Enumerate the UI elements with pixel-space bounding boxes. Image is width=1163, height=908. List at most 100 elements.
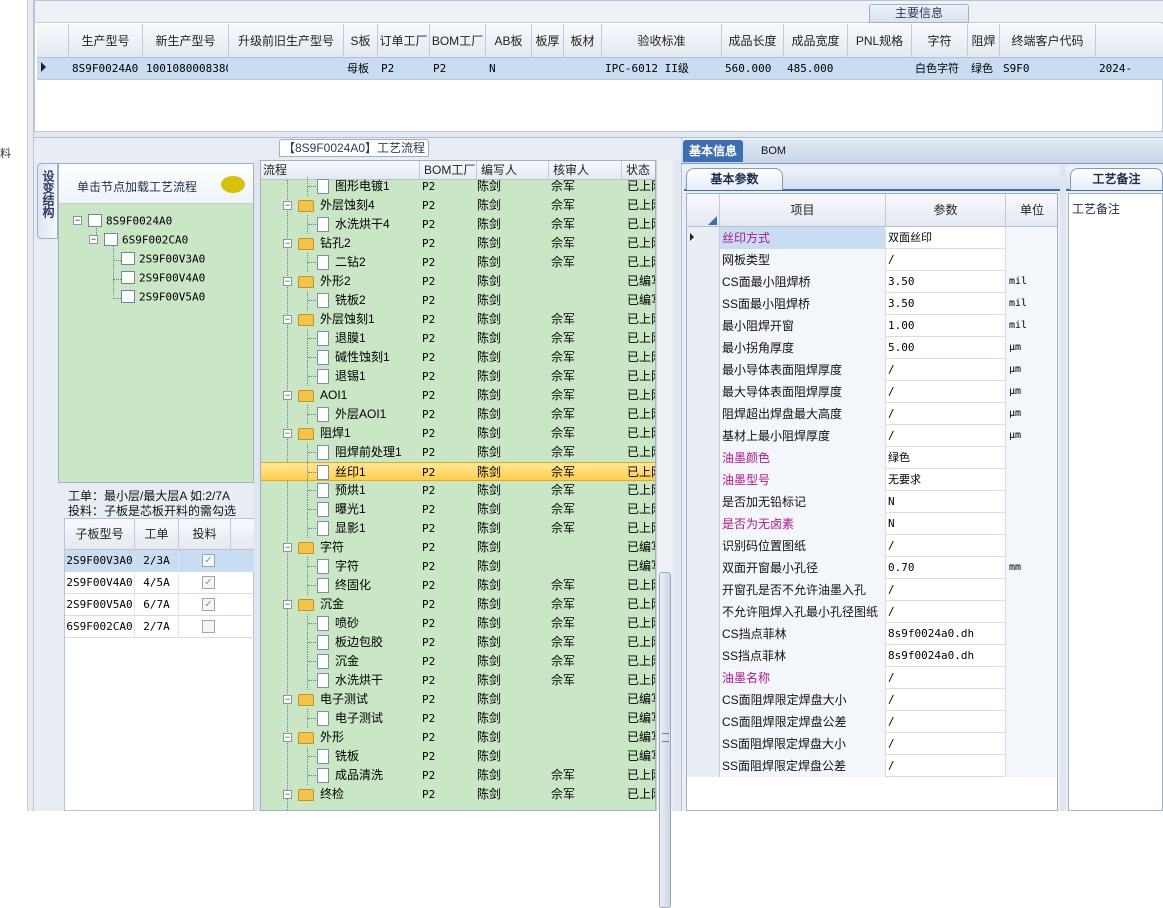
collapse-icon[interactable]: −: [283, 315, 292, 324]
flow-row[interactable]: − 阻焊1 P2 陈剑 佘军 已上网: [261, 424, 655, 443]
sub-header-0[interactable]: 子板型号: [65, 519, 135, 550]
collapse-icon[interactable]: −: [283, 239, 292, 248]
param-row[interactable]: CS面阻焊限定焊盘公差 /: [687, 711, 1057, 733]
main-header-5[interactable]: BOM工厂: [430, 24, 486, 58]
main-header-8[interactable]: 板材: [564, 24, 602, 58]
tree-node[interactable]: 2S9F00V3A0: [109, 251, 205, 269]
param-splitter[interactable]: [1060, 165, 1066, 811]
param-row[interactable]: 识别码位置图纸 /: [687, 535, 1057, 557]
subboard-row[interactable]: 6S9F002CA0 2/7A: [65, 616, 255, 638]
main-header-2[interactable]: 升级前旧生产型号: [229, 24, 344, 58]
tree-node[interactable]: − 8S9F0024A0: [73, 213, 172, 231]
param-value[interactable]: 8s9f0024a0.dh: [886, 623, 1006, 645]
param-row[interactable]: 基材上最小阻焊厚度 / μm: [687, 425, 1057, 447]
main-header-13[interactable]: 字符: [912, 24, 968, 58]
param-value[interactable]: /: [886, 425, 1006, 447]
param-row[interactable]: SS面阻焊限定焊盘公差 /: [687, 755, 1057, 777]
tab-basic-info[interactable]: 基本信息: [683, 140, 744, 162]
flow-row[interactable]: 曝光1 P2 陈剑 佘军 已上网: [261, 500, 655, 519]
main-header-9[interactable]: 验收标准: [602, 24, 722, 58]
main-data-row[interactable]: 8S9F0024A0 10010800083801 母板 P2 P2 N IPC-6012 …: [37, 58, 1163, 80]
remark-area[interactable]: 工艺备注: [1068, 193, 1163, 811]
subboard-row[interactable]: 2S9F00V4A0 4/5A ✓: [65, 572, 255, 594]
flow-scrollbar[interactable]: [656, 160, 673, 908]
main-header-10[interactable]: 成品长度: [722, 24, 784, 58]
flow-scroll-thumb[interactable]: [659, 572, 671, 908]
tree-node[interactable]: 2S9F00V5A0: [109, 289, 205, 307]
collapse-icon[interactable]: −: [89, 235, 98, 245]
param-row[interactable]: 是否加无铅标记 N: [687, 491, 1057, 513]
param-value[interactable]: /: [886, 711, 1006, 733]
collapse-icon[interactable]: −: [283, 600, 292, 609]
param-value[interactable]: 3.50: [886, 271, 1006, 293]
param-header-2[interactable]: 单位: [1006, 194, 1057, 227]
flow-row[interactable]: 沉金 P2 陈剑 佘军 已上网: [261, 652, 655, 671]
collapse-icon[interactable]: −: [283, 695, 292, 704]
param-value[interactable]: 5.00: [886, 337, 1006, 359]
param-value[interactable]: 8s9f0024a0.dh: [886, 645, 1006, 667]
param-value[interactable]: N: [886, 491, 1006, 513]
collapse-icon[interactable]: −: [283, 201, 292, 210]
flow-row[interactable]: 阻焊前处理1 P2 陈剑 佘军 已上网: [261, 443, 655, 462]
param-value[interactable]: /: [886, 755, 1006, 777]
flow-row[interactable]: 电子测试 P2 陈剑 已编写: [261, 709, 655, 728]
param-value[interactable]: 绿色: [886, 447, 1006, 469]
flow-row[interactable]: 水洗烘干4 P2 陈剑 佘军 已上网: [261, 215, 655, 234]
collapse-icon[interactable]: −: [283, 543, 292, 552]
collapse-icon[interactable]: −: [283, 429, 292, 438]
param-value[interactable]: /: [886, 667, 1006, 689]
flow-row[interactable]: 铣板2 P2 陈剑 已编写: [261, 291, 655, 310]
flow-row[interactable]: 成品清洗 P2 陈剑 佘军 已上网: [261, 766, 655, 785]
param-row[interactable]: CS面最小阻焊桥 3.50 mil: [687, 271, 1057, 293]
flow-row[interactable]: 板边包胶 P2 陈剑 佘军 已上网: [261, 633, 655, 652]
param-value[interactable]: 0.70: [886, 557, 1006, 579]
flow-row[interactable]: − 钻孔2 P2 陈剑 佘军 已上网: [261, 234, 655, 253]
param-value[interactable]: /: [886, 359, 1006, 381]
flow-row[interactable]: 图形电镀1 P2 陈剑 佘军 已上网: [261, 177, 655, 196]
main-header-12[interactable]: PNL规格: [848, 24, 912, 58]
param-value[interactable]: /: [886, 579, 1006, 601]
flow-row[interactable]: − 沉金 P2 陈剑 佘军 已上网: [261, 595, 655, 614]
main-header-0[interactable]: 生产型号: [69, 24, 143, 58]
param-value[interactable]: /: [886, 601, 1006, 623]
param-row[interactable]: 最小拐角厚度 5.00 μm: [687, 337, 1057, 359]
flow-row[interactable]: 外层AOI1 P2 陈剑 佘军 已上网: [261, 405, 655, 424]
param-value[interactable]: /: [886, 381, 1006, 403]
tree-node[interactable]: 2S9F00V4A0: [109, 270, 205, 288]
main-header-3[interactable]: S板: [344, 24, 378, 58]
param-value[interactable]: /: [886, 733, 1006, 755]
flow-row[interactable]: 丝印1 P2 陈剑 佘军 已上网: [261, 462, 655, 482]
param-row[interactable]: 油墨名称 /: [687, 667, 1057, 689]
collapse-icon[interactable]: −: [283, 277, 292, 286]
feed-checkbox[interactable]: ✓: [202, 576, 215, 589]
collapse-icon[interactable]: −: [283, 391, 292, 400]
feed-checkbox[interactable]: ✓: [202, 554, 215, 567]
param-row[interactable]: CS面阻焊限定焊盘大小 /: [687, 689, 1057, 711]
flow-row[interactable]: − 外层蚀刻4 P2 陈剑 佘军 已上网: [261, 196, 655, 215]
flow-row[interactable]: − 电子测试 P2 陈剑 已编写: [261, 690, 655, 709]
param-row[interactable]: SS挡点菲林 8s9f0024a0.dh: [687, 645, 1057, 667]
sub-header-2[interactable]: 投料: [179, 519, 231, 550]
tab-bom[interactable]: BOM: [755, 140, 792, 162]
tree-node[interactable]: − 6S9F002CA0: [89, 232, 188, 250]
flow-row[interactable]: − 外层蚀刻1 P2 陈剑 佘军 已上网: [261, 310, 655, 329]
collapse-icon[interactable]: −: [73, 216, 82, 226]
flow-row[interactable]: 预烘1 P2 陈剑 佘军 已上网: [261, 481, 655, 500]
param-row[interactable]: 最小阻焊开窗 1.00 mil: [687, 315, 1057, 337]
collapse-icon[interactable]: −: [283, 733, 292, 742]
flow-row[interactable]: 碱性蚀刻1 P2 陈剑 佘军 已上网: [261, 348, 655, 367]
main-header-1[interactable]: 新生产型号: [143, 24, 229, 58]
param-row[interactable]: 阻焊超出焊盘最大高度 / μm: [687, 403, 1057, 425]
collapse-icon[interactable]: −: [283, 790, 292, 799]
param-row[interactable]: 双面开窗最小孔径 0.70 mm: [687, 557, 1057, 579]
subboard-row[interactable]: 2S9F00V3A0 2/3A ✓: [65, 550, 255, 572]
param-row[interactable]: CS挡点菲林 8s9f0024a0.dh: [687, 623, 1057, 645]
param-row[interactable]: 最大导体表面阻焊厚度 / μm: [687, 381, 1057, 403]
param-row[interactable]: 开窗孔是否不允许油墨入孔 /: [687, 579, 1057, 601]
param-value[interactable]: 无要求: [886, 469, 1006, 491]
param-value[interactable]: /: [886, 403, 1006, 425]
param-row[interactable]: 网板类型 /: [687, 249, 1057, 271]
load-hint-bar[interactable]: 单击节点加载工艺流程: [59, 164, 253, 204]
main-header-15[interactable]: 终端客户代码: [1000, 24, 1096, 58]
sidebar-vertical-tab[interactable]: 设变结构: [37, 163, 58, 239]
